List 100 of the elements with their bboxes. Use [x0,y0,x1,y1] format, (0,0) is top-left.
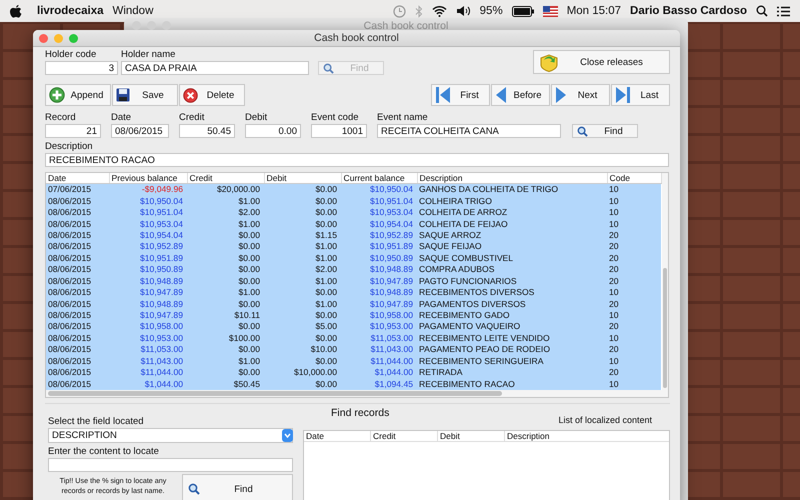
field-label: Holder code [45,49,98,61]
column-header[interactable]: Date [46,173,109,184]
battery-percentage: 95% [480,5,503,17]
table-row[interactable]: 08/06/2015 $10,953.00 $100.00 $0.00 $11,053.00 RECEBIMENTO LEITE VENDIDO 10 [46,332,661,344]
field-dropdown[interactable]: DESCRIPTION [48,428,293,443]
table-cell: 20 [607,344,661,356]
action-button[interactable]: Append [45,84,111,106]
wifi-icon[interactable] [432,5,447,17]
column-header[interactable]: Debit [438,431,505,441]
action-button[interactable]: Save [112,84,178,106]
table-cell: COMPRA ADUBOS [417,264,607,276]
horizontal-scrollbar[interactable] [46,390,668,397]
table-cell: 08/06/2015 [46,230,109,242]
table-row[interactable]: 08/06/2015 $11,043.00 $1.00 $0.00 $11,044.00 RECEBIMENTO SERINGUEIRA 10 [46,356,661,368]
table-cell: $10,953.00 [109,332,187,344]
search-icon[interactable] [756,5,768,17]
table-row[interactable]: 08/06/2015 $10,947.89 $10.11 $0.00 $10,958.00 RECEBIMENTO GADO 10 [46,310,661,322]
table-row[interactable]: 08/06/2015 $11,044.00 $0.00 $10,000.00 $1,044.00 RETIRADA 20 [46,367,661,378]
record-field[interactable]: 08/06/2015 [111,124,169,138]
menu-clock[interactable]: Mon 15:07 [566,5,622,17]
table-cell: $1.00 [187,286,264,298]
user-name[interactable]: Dario Basso Cardoso [630,5,747,17]
table-cell: $10,950.04 [341,184,417,196]
find-button[interactable]: Find [182,474,293,500]
minimize-window-icon[interactable] [54,34,63,42]
vertical-scrollbar[interactable] [662,173,668,390]
table-row[interactable]: 08/06/2015 $10,950.89 $0.00 $2.00 $10,948.89 COMPRA ADUBOS 20 [46,264,661,276]
column-header[interactable]: Previous balance [109,173,187,184]
table-row[interactable]: 08/06/2015 $1,044.00 $50.45 $0.00 $1,094.45 RECEBIMENTO RACAO 10 [46,378,661,390]
table-row[interactable]: 08/06/2015 $10,948.89 $0.00 $1.00 $10,947.89 PAGAMENTOS DIVERSOS 20 [46,298,661,310]
bluetooth-icon[interactable] [414,4,423,18]
column-header[interactable]: Description [417,173,607,184]
navigation-button[interactable]: Next [551,84,610,106]
field-label: Record [45,112,77,124]
table-row[interactable]: 08/06/2015 $10,947.89 $1.00 $0.00 $10,948.89 RECEBIMENTOS DIVERSOS 10 [46,286,661,298]
column-header[interactable]: Date [304,431,371,441]
holder-name-field[interactable]: CASA DA PRAIA [121,61,309,75]
table-row[interactable]: 08/06/2015 $10,951.04 $2.00 $0.00 $10,953.04 COLHEITA DE ARROZ 10 [46,206,661,218]
table-row[interactable]: 08/06/2015 $10,953.04 $1.00 $0.00 $10,954.04 COLHEITA DE FEIJAO 10 [46,218,661,230]
find-button[interactable]: Find [572,124,638,138]
record-field[interactable]: 50.45 [179,124,235,138]
table-row[interactable]: 08/06/2015 $10,950.04 $1.00 $0.00 $10,951.04 COLHEIRA TRIGO 10 [46,195,661,207]
close-releases-button[interactable]: Close releases [533,50,670,74]
record-field[interactable]: RECEITA COLHEITA CANA [377,124,561,138]
column-header[interactable]: Code [607,173,661,184]
navigation-button[interactable]: First [431,84,490,106]
field-label: Event name [377,112,429,124]
table-cell: 20 [607,264,661,276]
apple-icon[interactable] [10,4,22,18]
table-row[interactable]: 08/06/2015 $10,952.89 $0.00 $1.00 $10,951.89 SAQUE FEIJAO 20 [46,241,661,253]
record-field[interactable]: 1001 [311,124,367,138]
zoom-window-icon[interactable] [69,34,78,42]
table-row[interactable]: 07/06/2015 -$9,049.96 $20,000.00 $0.00 $10,950.04 GANHOS DA COLHEITA DE TRIGO 10 [46,184,661,196]
table-cell: $1.00 [187,218,264,230]
close-window-icon[interactable] [39,34,48,42]
search-icon [323,62,334,74]
navigation-button[interactable]: Last [611,84,670,106]
navigation-button[interactable]: Before [491,84,550,106]
holder-code-field[interactable]: 3 [45,61,118,75]
table-cell: $10,951.04 [341,195,417,207]
battery-icon[interactable] [512,6,534,16]
flag-icon[interactable] [542,6,558,16]
column-header[interactable]: Debit [264,173,341,184]
menu-item[interactable]: Window [112,5,154,17]
content-field[interactable] [48,458,293,472]
column-header[interactable]: Description [505,431,669,441]
record-field[interactable]: 21 [45,124,101,138]
section-subtitle: List of localized content [558,415,652,425]
table-cell: $50.45 [187,378,264,390]
table-row[interactable]: 08/06/2015 $10,958.00 $0.00 $5.00 $10,953.00 PAGAMENTO VAQUEIRO 20 [46,321,661,333]
table-cell: $1.00 [264,298,341,310]
clock-icon[interactable] [392,4,406,18]
table-row[interactable]: 08/06/2015 $11,053.00 $0.00 $10.00 $11,043.00 PAGAMENTO PEAO DE RODEIO 20 [46,344,661,356]
table-cell: 10 [607,195,661,207]
table-cell: $0.00 [187,321,264,333]
table-row[interactable]: 08/06/2015 $10,951.89 $0.00 $1.00 $10,950.89 SAQUE COMBUSTIVEL 20 [46,252,661,264]
description-field[interactable]: RECEBIMENTO RACAO [45,153,669,167]
table-cell: 08/06/2015 [46,241,109,253]
window-buttons-icon[interactable] [132,21,171,30]
app-menu[interactable]: livrodecaixa [37,5,104,17]
column-header[interactable]: Credit [371,431,438,441]
table-cell: 10 [607,206,661,218]
column-header[interactable]: Current balance [341,173,417,184]
volume-icon[interactable] [456,5,471,17]
table-cell: $1,044.00 [109,378,187,390]
table-cell: 08/06/2015 [46,332,109,344]
table-row[interactable]: 08/06/2015 $10,948.89 $0.00 $1.00 $10,947.89 PAGTO FUNCIONARIOS 20 [46,276,661,287]
list-icon[interactable] [777,6,790,16]
table-cell: $2.00 [264,264,341,276]
record-field[interactable]: 0.00 [245,124,301,138]
table-row[interactable]: 08/06/2015 $10,954.04 $0.00 $1.15 $10,952.89 SAQUE ARROZ 20 [46,230,661,242]
table-cell: 08/06/2015 [46,356,109,368]
table-cell: $10,951.89 [341,241,417,253]
table-cell: 08/06/2015 [46,264,109,276]
table-cell: PAGAMENTO PEAO DE RODEIO [417,344,607,356]
plus-icon [49,87,65,103]
column-header[interactable]: Credit [187,173,264,184]
table-cell: -$9,049.96 [109,184,187,196]
action-button[interactable]: Delete [179,84,245,106]
search-icon [577,126,588,136]
